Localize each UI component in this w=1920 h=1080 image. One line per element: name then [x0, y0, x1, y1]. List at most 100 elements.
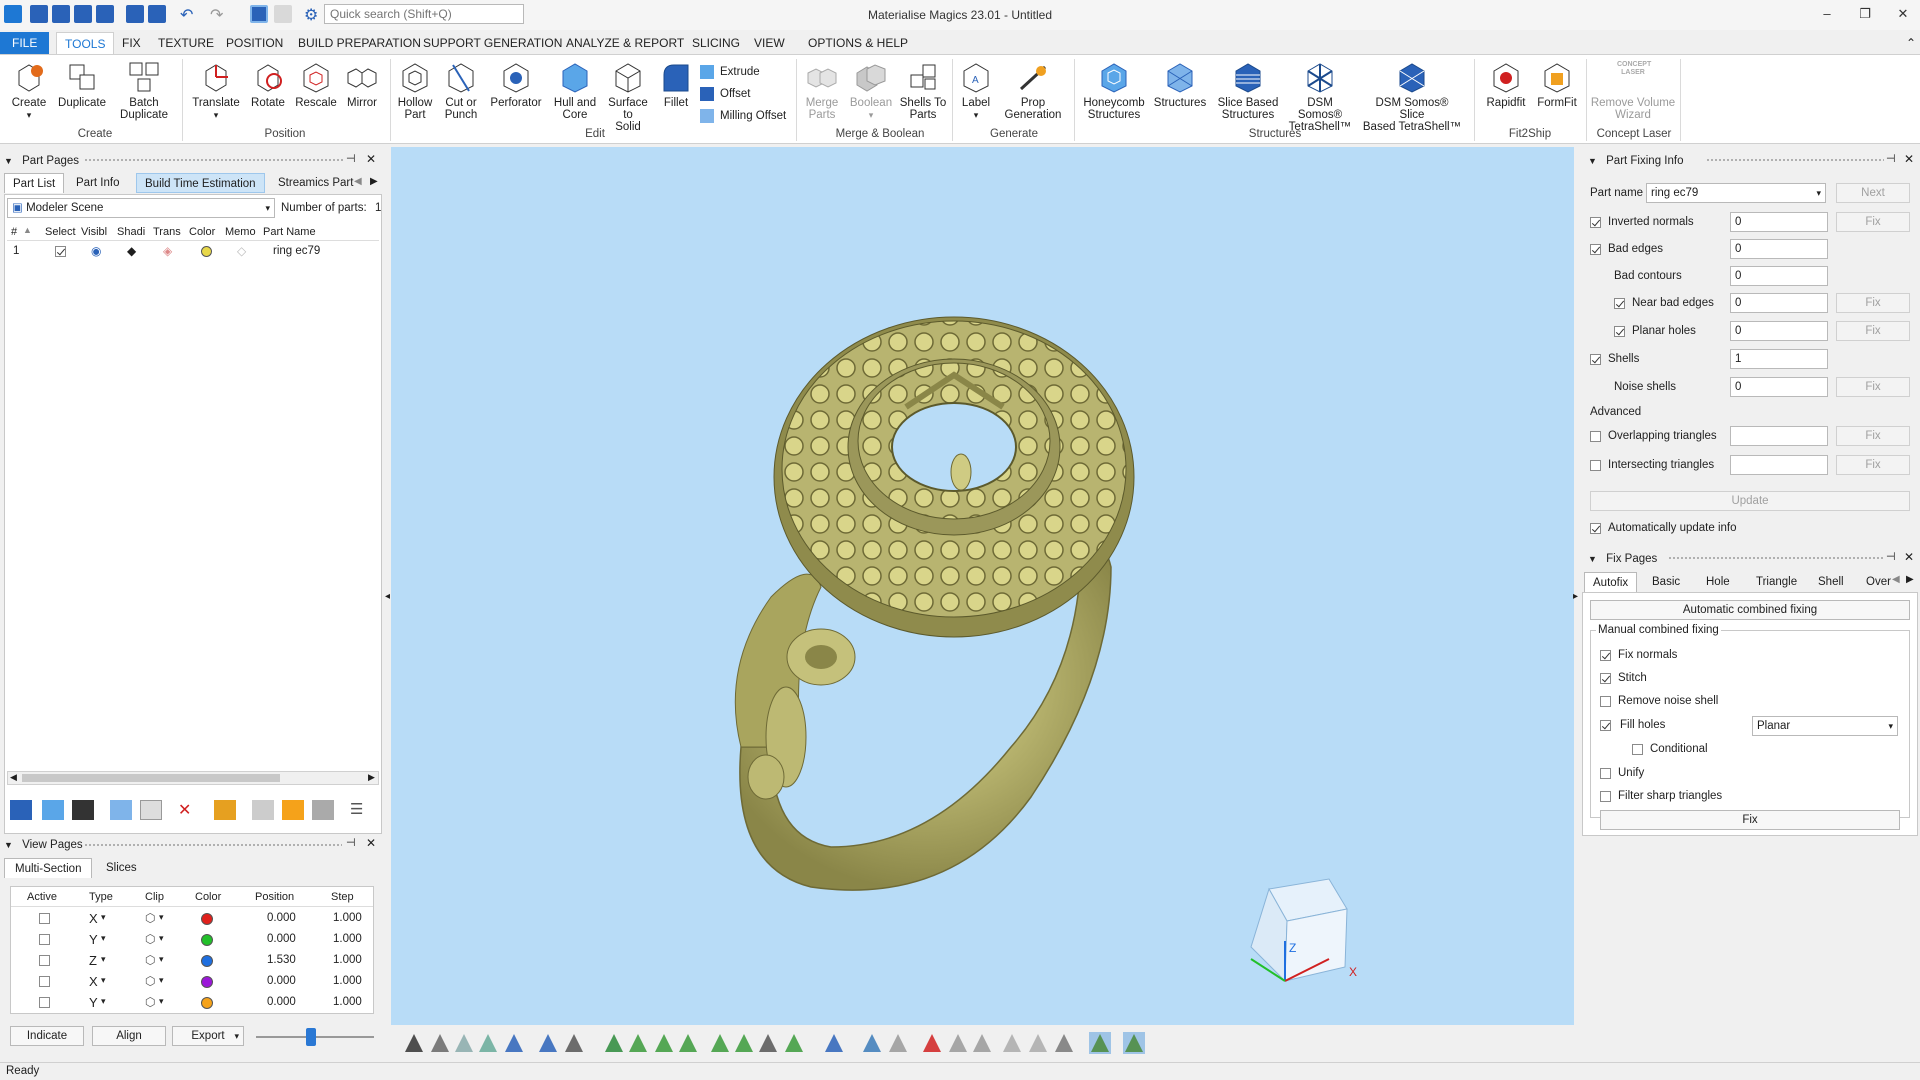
part-tool-delete-icon[interactable]: ✕ — [178, 800, 200, 820]
3d-viewport[interactable]: Z X ◂ ▸ — [385, 147, 1578, 1025]
section-position[interactable]: 0.000 — [267, 933, 296, 945]
part-tool-4-icon[interactable] — [110, 800, 132, 820]
fix-button[interactable]: Fix — [1600, 810, 1900, 830]
tab-shell[interactable]: Shell — [1810, 572, 1852, 592]
surface-to-solid-button[interactable]: Surface to Solid — [602, 61, 654, 133]
part-tool-9-icon[interactable] — [312, 800, 334, 820]
select-mode-icon[interactable] — [250, 5, 268, 23]
tab-build-preparation[interactable]: BUILD PREPARATION — [290, 32, 429, 54]
planar-holes-checkbox[interactable] — [1614, 326, 1625, 337]
section-row[interactable]: X ▾ ⬡ ▾ 0.000 1.000 — [11, 972, 373, 992]
section-row[interactable]: Z ▾ ⬡ ▾ 1.530 1.000 — [11, 951, 373, 971]
part-tool-7-icon[interactable] — [252, 800, 274, 820]
quick-search-input[interactable] — [324, 4, 524, 24]
section-position[interactable]: 0.000 — [267, 975, 296, 987]
cone3-icon[interactable] — [1053, 1032, 1075, 1054]
part-tool-1-icon[interactable] — [10, 800, 32, 820]
tab-texture[interactable]: TEXTURE — [150, 32, 222, 54]
globe-select-icon[interactable] — [677, 1032, 699, 1054]
duplicate-button[interactable]: Duplicate — [56, 61, 108, 109]
tab-view[interactable]: VIEW — [746, 32, 793, 54]
fillet-button[interactable]: Fillet — [658, 61, 694, 109]
part-tool-2-icon[interactable] — [42, 800, 64, 820]
tab-triangle[interactable]: Triangle — [1748, 572, 1805, 592]
export-button[interactable]: Export ▾ — [172, 1026, 244, 1046]
tab-tools[interactable]: TOOLS — [56, 32, 115, 54]
open-file-icon[interactable] — [52, 5, 70, 23]
curve-icon[interactable] — [757, 1032, 779, 1054]
tabs-left-arrow-icon[interactable]: ◀ — [1892, 574, 1900, 585]
section-active-checkbox[interactable] — [39, 976, 50, 987]
merge-parts-button[interactable]: Merge Parts — [800, 61, 844, 121]
shading-cube-icon[interactable]: ◆ — [127, 244, 136, 258]
part-tool-3-icon[interactable] — [72, 800, 94, 820]
remove-volume-wizard-button[interactable]: CONCEPT LASER Remove Volume Wizard — [1590, 61, 1676, 121]
perforator-button[interactable]: Perforator — [488, 61, 544, 109]
highlight-icon[interactable] — [1089, 1032, 1111, 1054]
section-row[interactable]: Y ▾ ⬡ ▾ 0.000 1.000 — [11, 993, 373, 1013]
col-transparency[interactable]: Trans — [153, 226, 181, 238]
col-color[interactable]: Color — [189, 226, 215, 238]
rescale-button[interactable]: Rescale — [294, 61, 338, 109]
hull-and-core-button[interactable]: Hull and Core — [552, 61, 598, 121]
view-front-icon[interactable] — [537, 1032, 559, 1054]
indicate-button[interactable]: Indicate — [10, 1026, 84, 1046]
slice-based-structures-button[interactable]: Slice Based Structures — [1216, 61, 1280, 121]
minimize-icon[interactable]: – — [1812, 4, 1842, 24]
section-step[interactable]: 1.000 — [333, 933, 362, 945]
tab-basic[interactable]: Basic — [1644, 572, 1688, 592]
collapse-icon[interactable]: ▼ — [1588, 156, 1597, 166]
scroll-left-icon[interactable]: ◀ — [10, 772, 17, 783]
stitch-checkbox[interactable] — [1600, 673, 1611, 684]
fill-holes-mode-dropdown[interactable]: Planar ▾ — [1752, 716, 1898, 736]
select-checkbox[interactable] — [55, 246, 66, 257]
deselect-icon[interactable] — [274, 5, 292, 23]
tab-part-list[interactable]: Part List — [4, 173, 65, 193]
tab-options-help[interactable]: OPTIONS & HELP — [800, 32, 916, 54]
tab-slicing[interactable]: SLICING — [684, 32, 748, 54]
remove-noise-shell-checkbox[interactable] — [1600, 696, 1611, 707]
section-step[interactable]: 1.000 — [333, 912, 362, 924]
label-button[interactable]: A Label ▾ — [956, 61, 996, 121]
close-panel-icon[interactable]: ✕ — [1904, 152, 1914, 166]
col-part-name[interactable]: Part Name — [263, 226, 316, 238]
fix-normals-checkbox[interactable] — [1600, 650, 1611, 661]
zoom-all-icon[interactable] — [477, 1032, 499, 1054]
wire2-icon[interactable] — [971, 1032, 993, 1054]
part-name-dropdown[interactable]: ring ec79 ▾ — [1646, 183, 1826, 203]
panel-grip[interactable] — [1668, 556, 1884, 560]
panel-grip[interactable] — [84, 158, 344, 162]
table-row[interactable]: 1 ◉ ◆ ◈ ◇ ring ec79 — [7, 243, 379, 261]
tab-file[interactable]: FILE — [0, 32, 50, 54]
new-file-icon[interactable] — [30, 5, 48, 23]
panel-grip[interactable] — [1706, 158, 1884, 162]
close-panel-icon[interactable]: ✕ — [1904, 550, 1914, 564]
tabs-right-arrow-icon[interactable]: ▶ — [1906, 574, 1914, 585]
part-color-icon[interactable] — [823, 1032, 845, 1054]
chevron-down-icon[interactable]: ▾ — [159, 912, 164, 923]
ring-model[interactable] — [391, 147, 1574, 1025]
create-button[interactable]: Create ▾ — [8, 61, 50, 121]
chevron-down-icon[interactable]: ▾ — [159, 954, 164, 965]
tabs-right-arrow-icon[interactable]: ▶ — [370, 176, 378, 187]
section-type[interactable]: Z — [89, 953, 97, 968]
pin-icon[interactable]: ⊣ — [1886, 550, 1896, 563]
fix-inverted-normals-button[interactable]: Fix — [1836, 212, 1910, 232]
section-position[interactable]: 0.000 — [267, 996, 296, 1008]
translate-button[interactable]: Translate ▾ — [190, 61, 242, 121]
auto-update-checkbox[interactable] — [1590, 523, 1601, 534]
section-color-swatch[interactable] — [201, 913, 213, 925]
fix-overlapping-button[interactable]: Fix — [1836, 426, 1910, 446]
cut-or-punch-button[interactable]: Cut or Punch — [440, 61, 482, 121]
cone2-icon[interactable] — [1027, 1032, 1049, 1054]
batch-duplicate-button[interactable]: Batch Duplicate — [116, 61, 172, 121]
close-panel-icon[interactable]: ✕ — [366, 152, 376, 166]
transparency-cube-icon[interactable]: ◈ — [163, 244, 172, 258]
fix-near-bad-edges-button[interactable]: Fix — [1836, 293, 1910, 313]
section-color-swatch[interactable] — [201, 976, 213, 988]
tab-autofix[interactable]: Autofix — [1584, 572, 1638, 592]
rapidfit-button[interactable]: Rapidfit — [1480, 61, 1532, 109]
chevron-down-icon[interactable]: ▾ — [101, 975, 106, 986]
view-cube[interactable] — [1229, 869, 1369, 1009]
offset-button[interactable]: Offset — [700, 85, 750, 103]
